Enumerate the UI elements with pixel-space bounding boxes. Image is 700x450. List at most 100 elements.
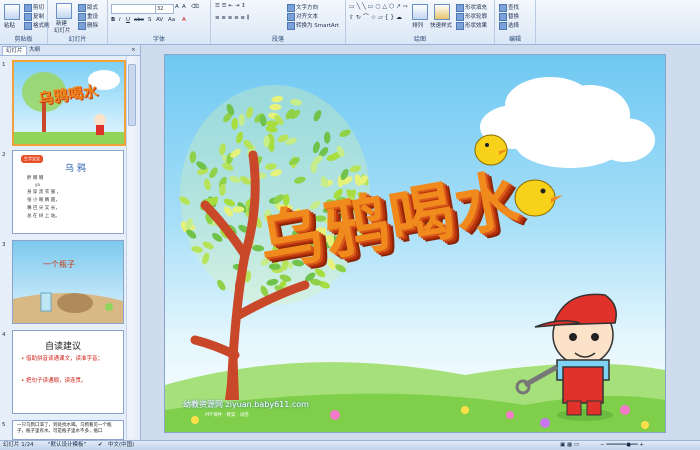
tab-outline[interactable]: 大纲 bbox=[26, 46, 43, 54]
slide-editor: 乌鸦喝水 幼教资源网 ziyuan.baby611.com PPT课件 · 教案… bbox=[141, 45, 700, 440]
group-clipboard: 粘贴 剪切 复制 格式刷 剪贴板 bbox=[0, 0, 50, 44]
clear-format-button[interactable]: ⌫ bbox=[191, 4, 199, 10]
shape-fill-button[interactable]: 形状填充 bbox=[456, 3, 487, 12]
replace-button[interactable]: 替换 bbox=[499, 12, 519, 21]
thumb-4-bullet: • 把句子读通顺，读连贯。 bbox=[21, 378, 87, 384]
panel-tabs: 幻灯片 大纲 × bbox=[0, 45, 140, 56]
thumb-number: 4 bbox=[2, 332, 6, 338]
reset-button[interactable]: 重设 bbox=[78, 12, 98, 21]
slides-panel: 幻灯片 大纲 × 1 乌鸦喝水 2 生字宝宝 乌 鸦 胖 嘟 嘟 ya 身 穿 … bbox=[0, 45, 141, 440]
slide-thumbnail-3[interactable]: 一个瓶子 bbox=[12, 240, 124, 324]
ribbon: 粘贴 剪切 复制 格式刷 剪贴板 新建 幻灯片 版式 重设 删除 幻灯片 32 … bbox=[0, 0, 700, 45]
paste-button[interactable]: 粘贴 bbox=[4, 21, 15, 29]
align-buttons[interactable]: ≡ ≡ ≡ ≡ ≡ ⫼ bbox=[215, 15, 249, 22]
thumb-number: 1 bbox=[2, 62, 6, 68]
watermark-text: 幼教资源网 ziyuan.baby611.com bbox=[183, 400, 309, 409]
shrink-font-button[interactable]: A bbox=[182, 4, 186, 10]
shapes-gallery[interactable]: ▭ ╲ ╲ ▭ ○ △ ⬡ ↗ ⇨ bbox=[349, 3, 408, 10]
smartart-icon bbox=[287, 21, 295, 30]
shape-effects-button[interactable]: 形状效果 bbox=[456, 21, 487, 30]
slide-thumbnail-2[interactable]: 生字宝宝 乌 鸦 胖 嘟 嘟 ya 身 穿 黑 衣 服 ， 张 小 眼 睛 圆，… bbox=[12, 150, 124, 234]
new-slide-icon[interactable] bbox=[56, 3, 72, 19]
delete-button[interactable]: 删除 bbox=[78, 21, 98, 30]
quick-styles-icon[interactable] bbox=[434, 4, 450, 20]
outline-icon bbox=[456, 12, 464, 21]
scissors-icon bbox=[24, 3, 32, 12]
group-font: 32 A A ⌫ B I U abc S AV Aa A 字体 bbox=[108, 0, 211, 44]
delete-icon bbox=[78, 21, 86, 30]
italic-button[interactable]: I bbox=[119, 17, 121, 23]
text-direction-button[interactable]: 文字方向 bbox=[287, 3, 318, 12]
thumb-4-title: 自读建议 bbox=[45, 342, 82, 352]
thumb-number: 5 bbox=[2, 422, 6, 428]
align-text-button[interactable]: 对齐文本 bbox=[287, 12, 318, 21]
copy-button[interactable]: 复制 bbox=[24, 12, 44, 21]
reset-icon bbox=[78, 12, 86, 21]
group-paragraph: ☰ ☰ ⇤ ⇥ ↕ ≡ ≡ ≡ ≡ ≡ ⫼ 文字方向 对齐文本 转换为 Smar… bbox=[211, 0, 346, 44]
scrollbar-thumb[interactable] bbox=[128, 64, 136, 126]
find-button[interactable]: 查找 bbox=[499, 3, 519, 12]
slide-canvas[interactable]: 乌鸦喝水 幼教资源网 ziyuan.baby611.com PPT课件 · 教案… bbox=[164, 54, 666, 433]
underline-button[interactable]: U bbox=[126, 17, 130, 23]
paste-icon[interactable] bbox=[4, 4, 20, 20]
new-slide-button-label2: 幻灯片 bbox=[54, 28, 71, 34]
arrange-button[interactable]: 排列 bbox=[412, 21, 423, 29]
tab-slides[interactable]: 幻灯片 bbox=[2, 46, 27, 55]
spacing-button[interactable]: AV bbox=[156, 17, 163, 23]
group-label-drawing: 绘图 bbox=[413, 36, 426, 43]
group-label-slides: 幻灯片 bbox=[68, 36, 87, 43]
thumb-4-bullet: • 借助拼音读通课文，读准字音； bbox=[21, 356, 104, 362]
group-label-font: 字体 bbox=[152, 36, 165, 43]
thumb-2-line: 身 穿 黑 衣 服 ， bbox=[27, 190, 62, 195]
shape-outline-button[interactable]: 形状轮廓 bbox=[456, 12, 487, 21]
group-slides: 新建 幻灯片 版式 重设 删除 幻灯片 bbox=[48, 0, 108, 44]
slide-thumbnail-5[interactable]: 一只乌鸦口渴了，到处找水喝。乌鸦看见一个瓶子，瓶子里有水。可是瓶子里水不多，瓶口 bbox=[12, 420, 124, 440]
select-button[interactable]: 选择 bbox=[499, 21, 519, 30]
strike-button[interactable]: abc bbox=[134, 17, 144, 23]
layout-button[interactable]: 版式 bbox=[78, 3, 98, 12]
grow-font-button[interactable]: A bbox=[175, 4, 179, 10]
copy-icon bbox=[24, 12, 32, 21]
case-button[interactable]: Aa bbox=[168, 17, 175, 23]
quick-styles-button[interactable]: 快速样式 bbox=[430, 21, 452, 29]
thumb-3-art bbox=[13, 292, 123, 323]
thumb-number: 2 bbox=[2, 152, 6, 158]
thumb-2-header: 生字宝宝 bbox=[21, 155, 43, 163]
shapes-gallery-row2[interactable]: ⇧ ↻ ⌒ ☆ ▱ { } ☁ bbox=[349, 12, 402, 21]
select-icon bbox=[499, 21, 507, 30]
bold-button[interactable]: B bbox=[111, 17, 115, 23]
layout-icon bbox=[78, 3, 86, 12]
thumb-2-line: 总 在 树 上 站。 bbox=[27, 214, 60, 219]
replace-icon bbox=[499, 12, 507, 21]
group-editing: 查找 替换 选择 编辑 bbox=[495, 0, 536, 44]
group-label-editing: 编辑 bbox=[508, 36, 521, 43]
group-drawing: ▭ ╲ ╲ ▭ ○ △ ⬡ ↗ ⇨ ⇧ ↻ ⌒ ☆ ▱ { } ☁ 排列 快速样… bbox=[346, 0, 495, 44]
smartart-button[interactable]: 转换为 SmartArt bbox=[287, 21, 339, 30]
fill-icon bbox=[456, 3, 464, 12]
font-name-combo[interactable] bbox=[111, 4, 156, 14]
bullets-button[interactable]: ☰ ☰ ⇤ ⇥ ↕ bbox=[215, 3, 246, 9]
thumb-number: 3 bbox=[2, 242, 6, 248]
watermark-subtext: PPT课件 · 教案 · 试卷 bbox=[205, 413, 249, 418]
cut-button[interactable]: 剪切 bbox=[24, 3, 44, 12]
panel-scrollbar[interactable] bbox=[126, 56, 136, 439]
format-painter-button[interactable]: 格式刷 bbox=[24, 21, 50, 30]
brush-icon bbox=[24, 21, 32, 30]
group-label-paragraph: 段落 bbox=[271, 36, 284, 43]
thumb-2-line: ya bbox=[35, 182, 40, 187]
font-size-combo[interactable]: 32 bbox=[155, 4, 174, 14]
thumb-2-line: 嘴 巴 尖 又 长， bbox=[27, 206, 60, 211]
slide-thumbnail-1[interactable]: 乌鸦喝水 bbox=[12, 60, 126, 146]
thumb-2-line: 张 小 眼 睛 圆， bbox=[27, 198, 60, 203]
arrange-icon[interactable] bbox=[412, 4, 428, 20]
find-icon bbox=[499, 3, 507, 12]
close-panel-icon[interactable]: × bbox=[128, 46, 139, 54]
slide-thumbnail-4[interactable]: 自读建议 • 借助拼音读通课文，读准字音； • 把句子读通顺，读连贯。 bbox=[12, 330, 124, 414]
group-label-clipboard: 剪贴板 bbox=[14, 36, 33, 43]
thumb-2-line: 胖 嘟 嘟 bbox=[27, 176, 44, 181]
thumb-2-title: 乌 鸦 bbox=[65, 164, 86, 174]
leaf bbox=[269, 103, 282, 111]
font-color-button[interactable]: A bbox=[182, 17, 186, 23]
thumb-5-text: 一只乌鸦口渴了，到处找水喝。乌鸦看见一个瓶子，瓶子里有水。可是瓶子里水不多，瓶口 bbox=[17, 423, 112, 434]
shadow-button[interactable]: S bbox=[148, 17, 152, 23]
